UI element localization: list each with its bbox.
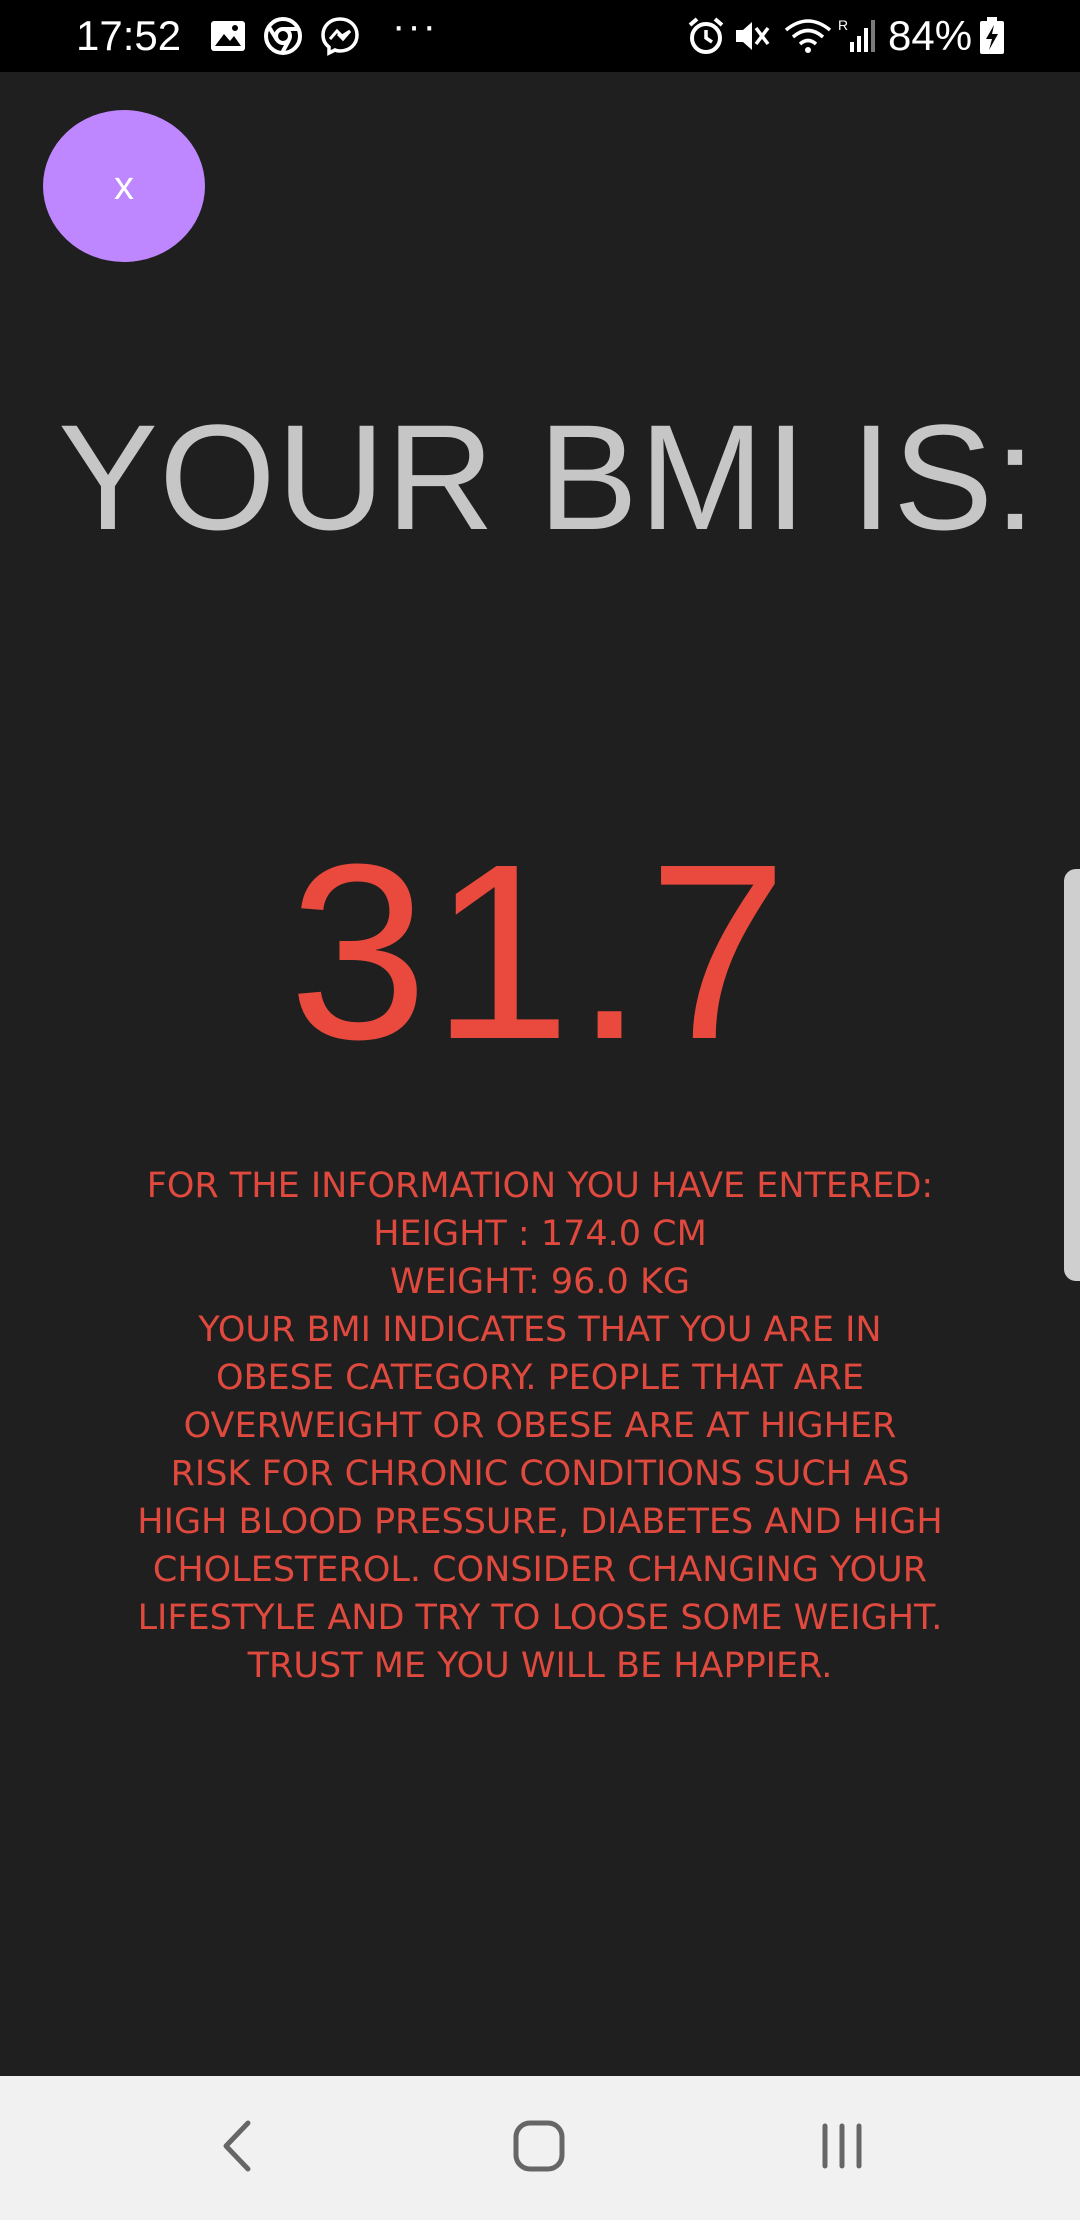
info-line: TRUST ME YOU WILL BE HAPPIER.	[247, 1646, 833, 1686]
info-line: LIFESTYLE AND TRY TO LOOSE SOME WEIGHT.	[137, 1598, 943, 1638]
bmi-info-text: FOR THE INFORMATION YOU HAVE ENTERED: HE…	[60, 1162, 1020, 1690]
status-bar: 17:52 ··· R 84%	[0, 0, 1080, 72]
edge-panel-handle[interactable]	[1064, 869, 1080, 1281]
recent-apps-icon	[817, 2121, 867, 2176]
home-icon	[511, 2118, 567, 2179]
back-button[interactable]	[196, 2106, 280, 2190]
info-line: HIGH BLOOD PRESSURE, DIABETES AND HIGH	[137, 1502, 943, 1542]
home-button[interactable]	[497, 2106, 581, 2190]
info-line: OBESE CATEGORY. PEOPLE THAT ARE	[216, 1358, 864, 1398]
gallery-icon	[208, 16, 248, 56]
info-line-height: HEIGHT : 174.0 CM	[373, 1214, 707, 1254]
recent-apps-button[interactable]	[800, 2106, 884, 2190]
bmi-result-screen: x YOUR BMI IS: 31.7 FOR THE INFORMATION …	[0, 72, 1080, 2076]
info-line: CHOLESTEROL. CONSIDER CHANGING YOUR	[152, 1550, 928, 1590]
info-line: FOR THE INFORMATION YOU HAVE ENTERED:	[146, 1166, 934, 1206]
battery-percent: 84%	[888, 12, 973, 59]
back-icon	[218, 2119, 258, 2178]
close-button[interactable]: x	[43, 110, 205, 262]
info-line: OVERWEIGHT OR OBESE ARE AT HIGHER	[183, 1406, 897, 1446]
navigation-bar	[0, 2076, 1080, 2220]
status-time: 17:52	[76, 12, 182, 59]
messenger-icon	[320, 16, 360, 56]
bmi-heading: YOUR BMI IS:	[58, 393, 1037, 561]
signal-icon: R	[836, 16, 880, 56]
wifi-icon	[784, 16, 832, 56]
chrome-icon	[263, 16, 303, 56]
alarm-icon	[686, 16, 726, 56]
bmi-value: 31.7	[288, 812, 792, 1091]
mute-icon	[732, 16, 772, 56]
info-line: YOUR BMI INDICATES THAT YOU ARE IN	[198, 1310, 882, 1350]
overflow-notifications-icon: ···	[392, 4, 438, 48]
battery-charging-icon	[978, 16, 1006, 56]
info-line: RISK FOR CHRONIC CONDITIONS SUCH AS	[170, 1454, 910, 1494]
svg-text:R: R	[838, 17, 848, 33]
info-line-weight: WEIGHT: 96.0 KG	[389, 1262, 691, 1302]
